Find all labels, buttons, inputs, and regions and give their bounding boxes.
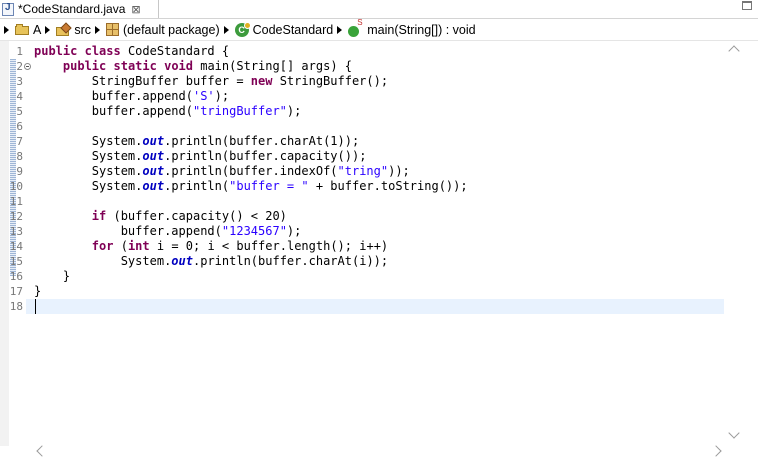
- line-number: 9: [16, 165, 23, 178]
- line-number-gutter[interactable]: 1 2 3 4 5 6 7 8 9 10 11 12 13 14 15 16 17 18: [8, 41, 31, 446]
- code-line[interactable]: buffer.append("tringBuffer");: [34, 104, 302, 119]
- project-folder-icon: [15, 24, 30, 35]
- code-line[interactable]: for (int i = 0; i < buffer.length(); i++…: [34, 239, 388, 254]
- breadcrumb-label: A: [33, 22, 42, 37]
- editor-tab-bar: *CodeStandard.java ⊠: [0, 0, 758, 19]
- close-icon[interactable]: ⊠: [131, 3, 140, 16]
- code-line[interactable]: buffer.append("1234567");: [34, 224, 302, 239]
- line-number: 4: [16, 90, 23, 103]
- method-icon: [348, 18, 363, 37]
- line-number: 13: [9, 225, 23, 238]
- breadcrumb-item-project[interactable]: A: [15, 23, 41, 37]
- tab-title: *CodeStandard.java: [18, 2, 126, 16]
- code-line[interactable]: public class CodeStandard {: [34, 44, 229, 59]
- scroll-right-icon[interactable]: [710, 445, 722, 457]
- scroll-left-icon[interactable]: [36, 445, 48, 457]
- horizontal-scrollbar[interactable]: [26, 443, 726, 459]
- line-number: 6: [16, 120, 23, 133]
- code-line[interactable]: }: [34, 269, 70, 284]
- java-file-icon: [2, 2, 14, 16]
- code-line[interactable]: public static void main(String[] args) {: [34, 59, 352, 74]
- code-line[interactable]: }: [34, 284, 41, 299]
- breadcrumb-label: src: [74, 22, 92, 37]
- chevron-right-icon[interactable]: [45, 25, 51, 34]
- vertical-scrollbar[interactable]: [726, 41, 743, 443]
- breadcrumb-item-method[interactable]: main(String[]) : void: [348, 18, 476, 37]
- line-number: 10: [9, 180, 23, 193]
- code-text-area[interactable]: public class CodeStandard { public stati…: [26, 41, 726, 446]
- code-line[interactable]: System.out.println(buffer.indexOf("tring…: [34, 164, 410, 179]
- source-folder-icon: [56, 24, 71, 36]
- breadcrumb-label: (default package): [123, 22, 220, 37]
- scroll-down-icon[interactable]: [728, 427, 740, 439]
- line-number: 2: [16, 60, 23, 73]
- chevron-right-icon[interactable]: [95, 25, 101, 34]
- chevron-right-icon[interactable]: [223, 25, 229, 34]
- code-line[interactable]: StringBuffer buffer = new StringBuffer()…: [34, 74, 388, 89]
- package-icon: [106, 23, 120, 36]
- maximize-icon[interactable]: [742, 1, 752, 10]
- code-line[interactable]: if (buffer.capacity() < 20): [34, 209, 287, 224]
- line-number: 3: [16, 75, 23, 88]
- line-number: 7: [16, 135, 23, 148]
- line-number: 11: [9, 195, 23, 208]
- line-number: 17: [9, 285, 23, 298]
- breadcrumb-item-package[interactable]: (default package): [106, 23, 220, 37]
- line-number: 8: [16, 150, 23, 163]
- breadcrumb-item-class[interactable]: C CodeStandard: [234, 21, 334, 37]
- line-number: 15: [9, 255, 23, 268]
- breadcrumb-label: main(String[]) : void: [367, 22, 476, 37]
- chevron-right-icon[interactable]: [4, 25, 9, 34]
- code-line[interactable]: System.out.println("buffer = " + buffer.…: [34, 179, 468, 194]
- text-caret: [35, 299, 36, 314]
- breadcrumb-label: CodeStandard: [252, 22, 334, 37]
- line-number: 18: [9, 300, 23, 313]
- breadcrumb-item-src[interactable]: src: [56, 23, 91, 37]
- tab-codestandard-java[interactable]: *CodeStandard.java ⊠: [0, 0, 159, 18]
- code-line[interactable]: System.out.println(buffer.charAt(i));: [34, 254, 388, 269]
- code-line[interactable]: System.out.println(buffer.capacity());: [34, 149, 367, 164]
- code-editor[interactable]: 1 2 3 4 5 6 7 8 9 10 11 12 13 14 15 16 17 18 public class…: [0, 40, 758, 459]
- code-line[interactable]: System.out.println(buffer.charAt(1));: [34, 134, 359, 149]
- line-number: 1: [16, 45, 23, 58]
- class-icon: C: [234, 21, 251, 37]
- line-number: 14: [9, 240, 23, 253]
- line-number: 5: [16, 105, 23, 118]
- scroll-up-icon[interactable]: [728, 45, 740, 57]
- chevron-right-icon[interactable]: [337, 25, 343, 34]
- line-number: 16: [9, 270, 23, 283]
- line-number: 12: [9, 210, 23, 223]
- breadcrumb: A src (default package) C CodeStandard m…: [0, 18, 758, 40]
- current-line-highlight: [26, 299, 724, 314]
- code-line[interactable]: buffer.append('S');: [34, 89, 229, 104]
